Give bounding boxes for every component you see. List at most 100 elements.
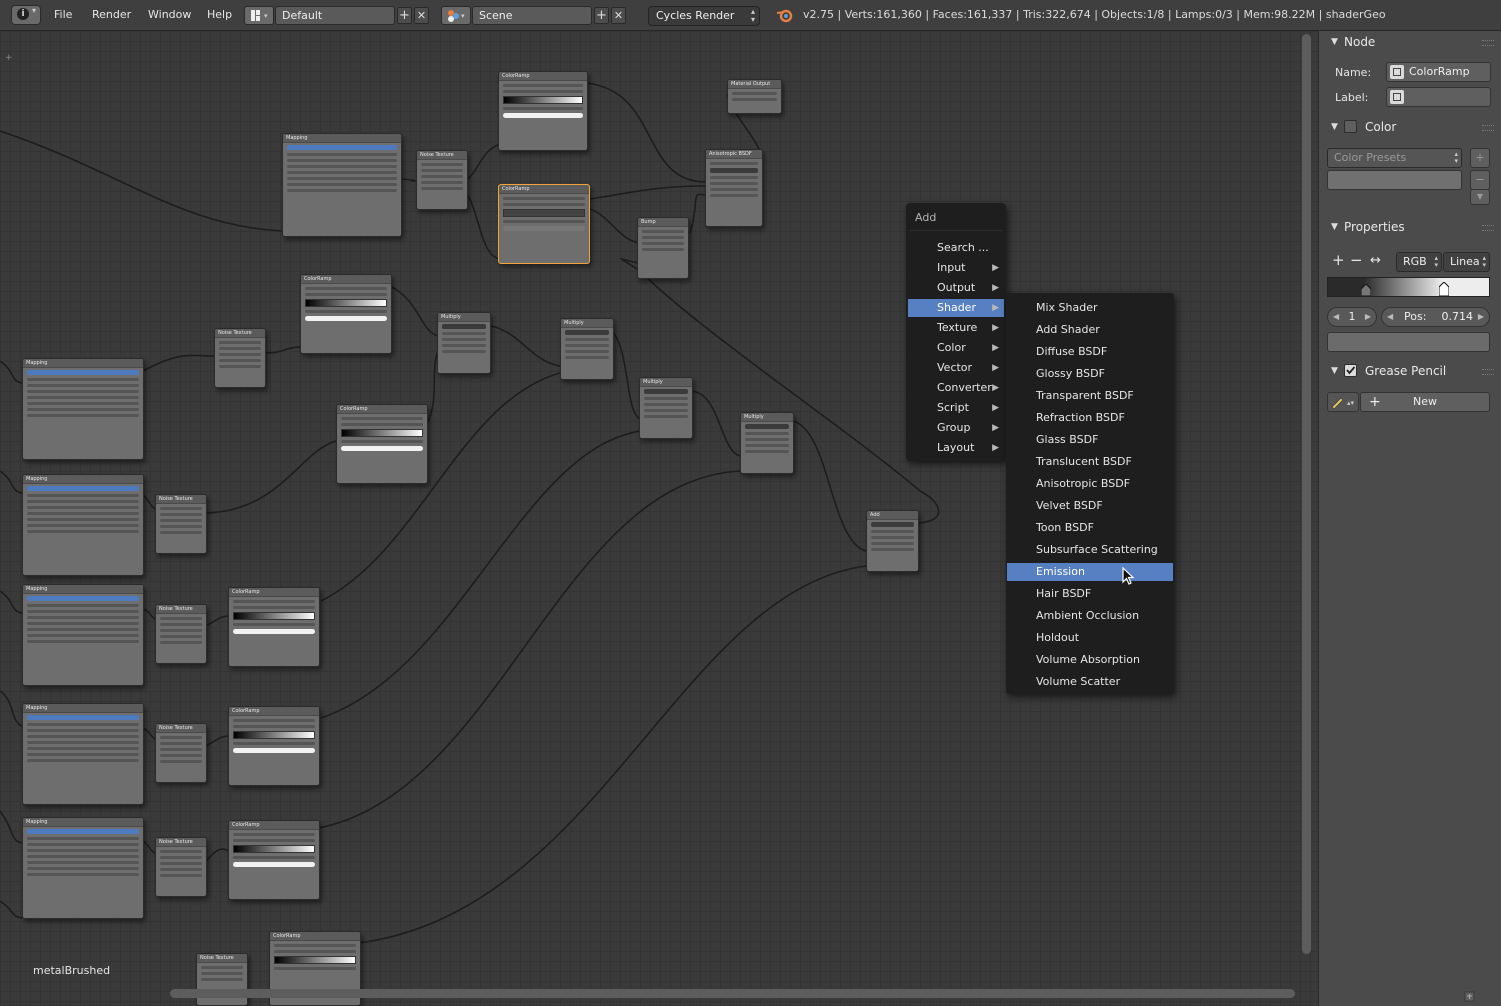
noise-texture-node[interactable]: Noise Texture — [416, 150, 468, 210]
decrement-arrow-icon[interactable]: ◀ — [1333, 308, 1339, 326]
grease-pencil-panel-header[interactable]: ▼ Grease Pencil — [1319, 360, 1501, 382]
render-engine-dropdown[interactable]: Cycles Render ▴ ▾ — [648, 6, 760, 26]
shader-menu-item-toon-bsdf[interactable]: Toon BSDF — [1007, 519, 1173, 537]
add-menu-item-input[interactable]: Input ▶ — [908, 259, 1004, 277]
noise-texture-node[interactable]: Noise Texture — [196, 953, 248, 1006]
shader-menu-item-volume-absorption[interactable]: Volume Absorption — [1007, 651, 1173, 669]
multiply-node[interactable]: Multiply — [437, 312, 491, 374]
add-node[interactable]: Add — [866, 510, 919, 572]
properties-panel-header[interactable]: ▼ Properties — [1319, 216, 1501, 238]
shader-menu-item-emission[interactable]: Emission — [1007, 563, 1173, 581]
shader-menu-item-add-shader[interactable]: Add Shader — [1007, 321, 1173, 339]
increment-arrow-icon[interactable]: ▶ — [1365, 308, 1371, 326]
decrement-arrow-icon[interactable]: ◀ — [1387, 308, 1393, 326]
scene-field[interactable]: Scene — [472, 6, 592, 25]
add-menu-item-shader[interactable]: Shader ▶ — [908, 299, 1004, 317]
bump-node[interactable]: Bump — [637, 217, 689, 279]
horizontal-scrollbar[interactable] — [170, 989, 1295, 998]
color-ramp-node[interactable]: ColorRamp — [228, 587, 320, 667]
screen-layout-icon-button[interactable]: ▾ — [244, 6, 274, 25]
preset-menu-button[interactable]: ▼ — [1470, 189, 1490, 205]
use-custom-color-checkbox[interactable] — [1344, 120, 1357, 133]
mapping-node[interactable]: Mapping — [282, 133, 402, 237]
remove-layout-button[interactable]: ✕ — [414, 7, 429, 24]
shader-menu-item-glossy-bsdf[interactable]: Glossy BSDF — [1007, 365, 1173, 383]
vertical-scrollbar[interactable] — [1302, 34, 1311, 954]
color-ramp-node[interactable]: ColorRamp — [300, 274, 392, 354]
multiply-node[interactable]: Multiply — [740, 412, 794, 474]
add-menu-item-color[interactable]: Color ▶ — [908, 339, 1004, 357]
color-ramp-node-selected[interactable]: ColorRamp — [498, 184, 590, 264]
multiply-node[interactable]: Multiply — [560, 318, 614, 380]
color-stop-marker-active[interactable] — [1439, 282, 1449, 296]
noise-texture-node[interactable]: Noise Texture — [155, 837, 207, 897]
shader-menu-item-velvet-bsdf[interactable]: Velvet BSDF — [1007, 497, 1173, 515]
add-region-icon[interactable]: + — [5, 54, 13, 63]
screen-layout-field[interactable]: Default — [275, 6, 395, 25]
mapping-node[interactable]: Mapping — [22, 474, 144, 576]
flip-ramp-icon[interactable]: ↔ — [1370, 253, 1381, 268]
add-menu-item-script[interactable]: Script ▶ — [908, 399, 1004, 417]
add-preset-button[interactable]: + — [1470, 148, 1490, 168]
drag-grip-icon[interactable] — [1482, 40, 1494, 46]
add-layout-button[interactable]: + — [397, 7, 412, 24]
menu-file[interactable]: File — [54, 5, 72, 25]
shader-menu-item-diffuse-bsdf[interactable]: Diffuse BSDF — [1007, 343, 1173, 361]
active-stop-index-field[interactable]: ◀ 1 ▶ — [1327, 307, 1377, 327]
region-resize-icon[interactable] — [1464, 991, 1476, 1003]
add-menu-item-group[interactable]: Group ▶ — [908, 419, 1004, 437]
shader-menu-item-hair-bsdf[interactable]: Hair BSDF — [1007, 585, 1173, 603]
color-ramp-node[interactable]: ColorRamp — [336, 404, 428, 484]
color-mode-dropdown[interactable]: RGB ▴ ▾ — [1396, 252, 1442, 272]
noise-texture-node[interactable]: Noise Texture — [155, 723, 207, 783]
shader-menu-item-transparent-bsdf[interactable]: Transparent BSDF — [1007, 387, 1173, 405]
remove-scene-button[interactable]: ✕ — [611, 7, 626, 24]
drag-grip-icon[interactable] — [1482, 125, 1494, 131]
drag-grip-icon[interactable] — [1482, 225, 1494, 231]
shader-menu-item-holdout[interactable]: Holdout — [1007, 629, 1173, 647]
mapping-node[interactable]: Mapping — [22, 817, 144, 919]
add-menu-item-layout[interactable]: Layout ▶ — [908, 439, 1004, 457]
shader-menu-item-anisotropic-bsdf[interactable]: Anisotropic BSDF — [1007, 475, 1173, 493]
drag-grip-icon[interactable] — [1482, 369, 1494, 375]
mapping-node[interactable]: Mapping — [22, 703, 144, 805]
stop-color-swatch[interactable] — [1327, 332, 1490, 352]
increment-arrow-icon[interactable]: ▶ — [1478, 308, 1484, 326]
color-ramp-node[interactable]: ColorRamp — [228, 706, 320, 786]
shader-menu-item-subsurface-scattering[interactable]: Subsurface Scattering — [1007, 541, 1173, 559]
color-stop-marker[interactable] — [1361, 284, 1371, 296]
add-menu-item-search[interactable]: Search ... — [908, 239, 1004, 257]
scene-icon-button[interactable]: ▾ — [441, 6, 471, 25]
grease-pencil-checkbox[interactable] — [1344, 364, 1357, 377]
node-panel-header[interactable]: ▼ Node — [1319, 31, 1501, 53]
editor-type-button[interactable]: i ▾ — [11, 5, 41, 25]
add-menu-item-converter[interactable]: Converter ▶ — [908, 379, 1004, 397]
color-ramp-node[interactable]: ColorRamp — [498, 71, 588, 151]
add-menu-item-texture[interactable]: Texture ▶ — [908, 319, 1004, 337]
add-menu-item-output[interactable]: Output ▶ — [908, 279, 1004, 297]
remove-stop-icon[interactable]: − — [1350, 253, 1363, 268]
shader-menu-item-translucent-bsdf[interactable]: Translucent BSDF — [1007, 453, 1173, 471]
color-presets-dropdown[interactable]: Color Presets ▴ ▾ — [1327, 148, 1462, 168]
stop-position-field[interactable]: ◀ Pos: 0.714 ▶ — [1381, 307, 1490, 327]
shader-menu-item-glass-bsdf[interactable]: Glass BSDF — [1007, 431, 1173, 449]
shader-menu-item-volume-scatter[interactable]: Volume Scatter — [1007, 673, 1173, 691]
color-ramp-gradient[interactable] — [1327, 277, 1490, 297]
anisotropic-bsdf-node[interactable]: Anisotropic BSDF — [705, 149, 763, 227]
noise-texture-node[interactable]: Noise Texture — [214, 328, 266, 388]
color-swatch[interactable] — [1327, 170, 1462, 190]
multiply-node[interactable]: Multiply — [639, 377, 693, 439]
new-grease-pencil-button[interactable]: + New — [1360, 392, 1490, 412]
menu-render[interactable]: Render — [92, 5, 131, 25]
menu-window[interactable]: Window — [148, 5, 191, 25]
add-scene-button[interactable]: + — [594, 7, 609, 24]
grease-pencil-source-button[interactable]: ▴▾ — [1327, 392, 1359, 412]
noise-texture-node[interactable]: Noise Texture — [155, 494, 207, 554]
node-name-field[interactable]: ColorRamp — [1386, 62, 1491, 82]
mapping-node[interactable]: Mapping — [22, 358, 144, 460]
node-label-field[interactable] — [1386, 87, 1491, 107]
interpolation-dropdown[interactable]: Linea ▴ ▾ — [1443, 252, 1490, 272]
add-menu-item-vector[interactable]: Vector ▶ — [908, 359, 1004, 377]
shader-menu-item-mix-shader[interactable]: Mix Shader — [1007, 299, 1173, 317]
color-ramp-node[interactable]: ColorRamp — [228, 820, 320, 900]
